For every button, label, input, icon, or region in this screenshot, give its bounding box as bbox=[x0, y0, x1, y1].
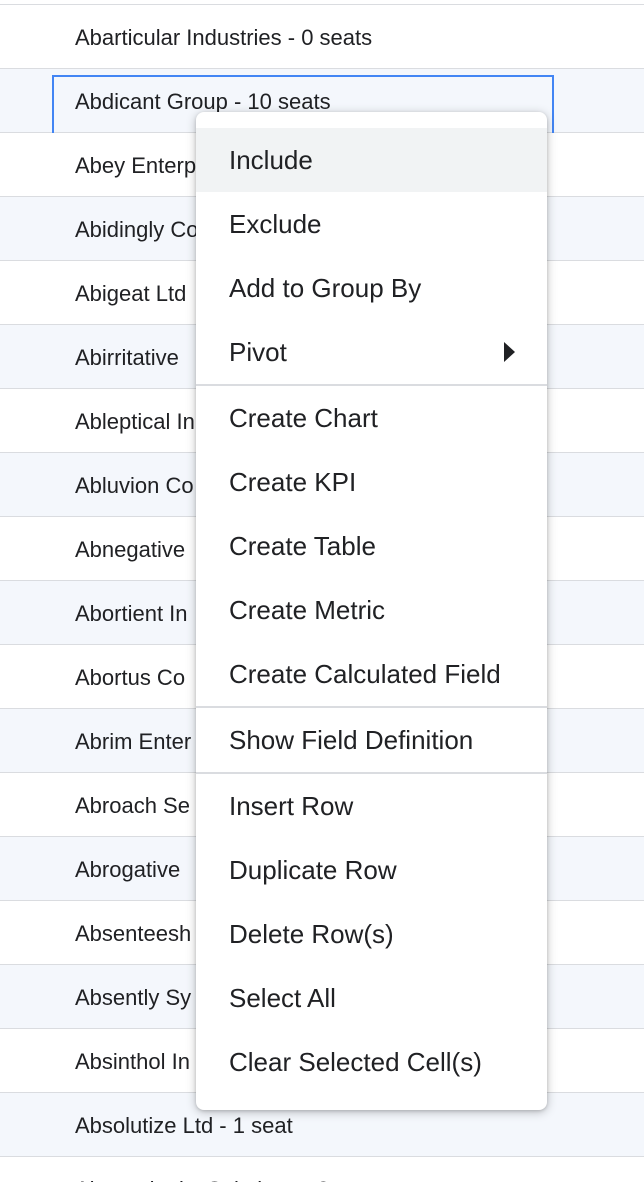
menu-item-add-to-group-by[interactable]: Add to Group By bbox=[196, 256, 547, 320]
list-item[interactable]: Abstentionist Solutions - 2 seats bbox=[0, 1157, 644, 1182]
list-item-label: Abigeat Ltd bbox=[75, 280, 187, 306]
menu-item-pivot[interactable]: Pivot bbox=[196, 320, 547, 384]
list-item[interactable]: Abarticular Industries - 0 seats bbox=[0, 5, 644, 69]
list-item-label: Abirritative bbox=[75, 344, 179, 370]
menu-item-label: Clear Selected Cell(s) bbox=[229, 1046, 482, 1077]
menu-item-label: Exclude bbox=[229, 208, 322, 239]
menu-item-create-calculated-field[interactable]: Create Calculated Field bbox=[196, 642, 547, 706]
menu-item-create-metric[interactable]: Create Metric bbox=[196, 578, 547, 642]
menu-item-label: Show Field Definition bbox=[229, 724, 474, 755]
menu-item-duplicate-row[interactable]: Duplicate Row bbox=[196, 838, 547, 902]
menu-item-label: Create Metric bbox=[229, 594, 386, 625]
list-item-label: Abidingly Co bbox=[75, 216, 199, 242]
menu-item-select-all[interactable]: Select All bbox=[196, 966, 547, 1030]
menu-item-clear-selected-cell-s[interactable]: Clear Selected Cell(s) bbox=[196, 1030, 547, 1094]
menu-item-create-table[interactable]: Create Table bbox=[196, 514, 547, 578]
menu-item-label: Include bbox=[229, 144, 313, 175]
menu-item-insert-row[interactable]: Insert Row bbox=[196, 774, 547, 838]
menu-item-label: Add to Group By bbox=[229, 272, 422, 303]
list-item-label: Abarticular Industries - 0 seats bbox=[75, 24, 373, 50]
list-item-label: Abortus Co bbox=[75, 664, 186, 690]
menu-item-label: Create Calculated Field bbox=[229, 658, 501, 689]
menu-item-label: Create KPI bbox=[229, 466, 357, 497]
list-item-label: Absinthol In bbox=[75, 1048, 190, 1074]
list-item-label: Abluvion Co bbox=[75, 472, 194, 498]
menu-item-create-chart[interactable]: Create Chart bbox=[196, 386, 547, 450]
list-item-label: Absolutize Ltd - 1 seat bbox=[75, 1112, 293, 1138]
menu-item-label: Duplicate Row bbox=[229, 854, 397, 885]
list-item-label: Abey Enterp bbox=[75, 152, 197, 178]
list-item-label: Abnegative bbox=[75, 536, 186, 562]
chevron-right-icon bbox=[504, 342, 515, 362]
menu-item-label: Create Chart bbox=[229, 402, 378, 433]
list-item-label: Abrogative bbox=[75, 856, 181, 882]
menu-item-delete-row-s[interactable]: Delete Row(s) bbox=[196, 902, 547, 966]
list-item-label: Abortient In bbox=[75, 600, 188, 626]
menu-item-label: Create Table bbox=[229, 530, 376, 561]
menu-item-label: Delete Row(s) bbox=[229, 918, 394, 949]
menu-item-label: Pivot bbox=[229, 336, 287, 367]
menu-item-show-field-definition[interactable]: Show Field Definition bbox=[196, 708, 547, 772]
context-menu: Include Exclude Add to Group By Pivot Create… bbox=[196, 112, 547, 1110]
list-item-label: Absenteesh bbox=[75, 920, 192, 946]
menu-item-label: Insert Row bbox=[229, 790, 354, 821]
menu-item-include[interactable]: Include bbox=[196, 128, 547, 192]
menu-item-create-kpi[interactable]: Create KPI bbox=[196, 450, 547, 514]
list-item-label: Abrim Enter bbox=[75, 728, 192, 754]
list-item-label: Abroach Se bbox=[75, 792, 190, 818]
list-item-label: Ableptical In bbox=[75, 408, 195, 434]
menu-item-label: Select All bbox=[229, 982, 336, 1013]
list-item-label: Absently Sy bbox=[75, 984, 192, 1010]
menu-item-exclude[interactable]: Exclude bbox=[196, 192, 547, 256]
list-item-label: Abstentionist Solutions - 2 seats bbox=[75, 1177, 388, 1182]
